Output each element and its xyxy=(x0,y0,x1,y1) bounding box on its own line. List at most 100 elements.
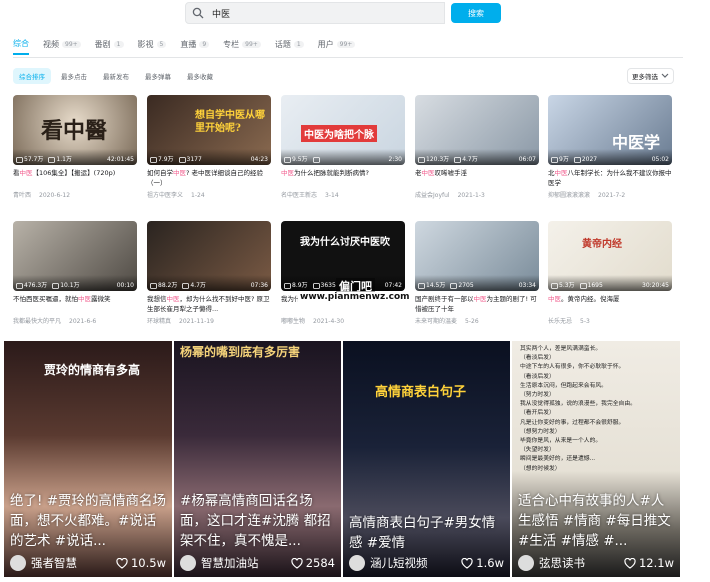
video-thumbnail[interactable]: 黄帝内经 5.3万 1695 30:20:45 xyxy=(548,221,672,291)
sort-filter-0[interactable]: 综合排序 xyxy=(13,68,51,84)
title-text: 【106集全】【搬运】(720p) xyxy=(32,169,116,177)
short-video-card[interactable]: 其实两个人，差是风满满蛮长。 （看淡后发） 中途下车的人有很多，你不必耿耿于怀。 （看… xyxy=(512,341,680,577)
author-name[interactable]: 强者智慧 xyxy=(31,555,77,571)
video-card[interactable]: 看中醫 57.7万 1.1万 42:01:45 看中医【106集全】【搬运】(7… xyxy=(13,95,137,199)
video-card[interactable]: 我为什么讨厌中医吹 8.9万 3635 07:42 我为什么讨厌中医吹 嘟嘟生物… xyxy=(281,221,405,325)
like-count[interactable]: 1.6w xyxy=(461,556,504,570)
upload-date: 2021-7-2 xyxy=(598,192,626,199)
video-thumbnail[interactable]: 14.5万 2705 03:34 xyxy=(415,221,539,291)
video-card[interactable]: 88.2万 4.7万 07:36 我想信中医，却为什么找不到好中医? 原卫生部长… xyxy=(147,221,271,325)
video-title[interactable]: 国产剧终于有一部以中医为主题的剧了! 可惜被压了十年 xyxy=(415,294,539,314)
video-meta: 环球精真 2021-11-19 xyxy=(147,316,271,325)
card-headline: 杨幂的嘴到底有多厉害 xyxy=(180,345,301,359)
thumbnail-stats: 120.3万 4.7万 06:07 xyxy=(415,149,539,165)
video-card[interactable]: 想自学中医从哪里开始呢? 7.9万 3177 04:23 如何自学中医? 老中医… xyxy=(147,95,271,199)
play-count-icon xyxy=(16,157,23,163)
tab-4[interactable]: 直播 9 xyxy=(180,38,210,55)
video-meta: 嘟嘟生物 2021-4-30 xyxy=(281,316,405,325)
like-count-value: 1.6w xyxy=(476,556,504,570)
play-count-icon xyxy=(284,157,291,163)
video-card[interactable]: 中医为啥把个脉 9.5万 2:30 中医为什么把脉就能判断病情? 名中医王新志 3… xyxy=(281,95,405,199)
tab-0[interactable]: 综合 xyxy=(13,38,29,55)
title-keyword-highlight: 中医 xyxy=(166,295,180,303)
video-card[interactable]: 黄帝内经 5.3万 1695 30:20:45 中医。黄帝内经。倪海厦 长乐无忌… xyxy=(548,221,672,325)
thumbnail-text: 看中醫 xyxy=(41,118,108,144)
card-caption[interactable]: 绝了! #贾玲的高情商名场面，想不火都难。#说话的艺术 #说话... xyxy=(10,491,168,551)
video-duration: 30:20:45 xyxy=(642,282,669,289)
uploader-name[interactable]: 祖方中医李义 xyxy=(147,192,183,199)
uploader-name[interactable]: 环球精真 xyxy=(147,318,171,325)
search-input[interactable] xyxy=(212,8,412,18)
danmaku-count: 2705 xyxy=(458,282,474,289)
sort-filter-4[interactable]: 最多收藏 xyxy=(181,68,219,84)
video-duration: 07:36 xyxy=(250,282,268,289)
play-count-icon xyxy=(551,283,558,289)
card-caption[interactable]: #杨幂高情商回话名场面，这口才连#沈腾 都招架不住，真不愧是... xyxy=(180,491,337,551)
video-title[interactable]: 看中医【106集全】【搬运】(720p) xyxy=(13,168,137,188)
short-video-card[interactable]: 贾玲的情商有多高 绝了! #贾玲的高情商名场面，想不火都难。#说话的艺术 #说话.… xyxy=(4,341,172,577)
like-count[interactable]: 10.5w xyxy=(116,556,166,570)
uploader-name[interactable]: 青叶西 xyxy=(13,192,31,199)
sort-filter-3[interactable]: 最多弹幕 xyxy=(139,68,177,84)
video-title[interactable]: 不怕西医买嘱逼，就怕中医露微笑 xyxy=(13,294,137,314)
sort-filter-2[interactable]: 最新发布 xyxy=(97,68,135,84)
heart-icon xyxy=(291,557,303,569)
sort-filter-1[interactable]: 最多点击 xyxy=(55,68,93,84)
video-title[interactable]: 中医。黄帝内经。倪海厦 xyxy=(548,294,672,314)
uploader-name[interactable]: 我都最快大的平凡 xyxy=(13,318,61,325)
card-caption[interactable]: 高情商表白句子#男女情感 #爱情 xyxy=(349,513,506,553)
search-button[interactable]: 搜索 xyxy=(451,3,501,23)
video-title[interactable]: 老中医叹唏嘘手淫 xyxy=(415,168,539,188)
video-card[interactable]: 476.3万 10.1万 00:10 不怕西医买嘱逼，就怕中医露微笑 我都最快大… xyxy=(13,221,137,325)
video-card[interactable]: 中医学 9万 2027 05:02 北中医八年制学长：为什么我不建议你报中医学 … xyxy=(548,95,672,199)
video-title[interactable]: 我想信中医，却为什么找不到好中医? 原卫生部长崔月犁之子懒得... xyxy=(147,294,271,314)
short-video-card[interactable]: 杨幂的嘴到底有多厉害 #杨幂高情商回话名场面，这口才连#沈腾 都招架不住，真不愧是… xyxy=(174,341,341,577)
tab-3[interactable]: 影视 5 xyxy=(138,38,167,55)
video-thumbnail[interactable]: 120.3万 4.7万 06:07 xyxy=(415,95,539,165)
author-name[interactable]: 涵儿短视频 xyxy=(370,555,428,571)
tab-1[interactable]: 视频 99+ xyxy=(43,38,81,55)
tab-2[interactable]: 番剧 1 xyxy=(95,38,124,55)
like-count[interactable]: 2584 xyxy=(291,556,335,570)
author-name[interactable]: 弦思读书 xyxy=(539,555,585,571)
uploader-name[interactable]: 未来可期的温麦 xyxy=(415,318,457,325)
short-video-card[interactable]: 高情商表白句子 高情商表白句子#男女情感 #爱情 涵儿短视频 1.6w xyxy=(343,341,510,577)
tab-label: 专栏 xyxy=(223,40,240,49)
uploader-name[interactable]: 抑郁圆滚滚滚滚 xyxy=(548,192,590,199)
avatar[interactable] xyxy=(349,555,365,571)
more-filters-button[interactable]: 更多筛选 xyxy=(627,68,674,84)
video-thumbnail[interactable]: 中医为啥把个脉 9.5万 2:30 xyxy=(281,95,405,165)
title-text: 为什么把脉就能判断病情? xyxy=(294,169,369,177)
search-box[interactable] xyxy=(185,2,445,24)
uploader-name[interactable]: 嘟嘟生物 xyxy=(281,318,305,325)
tab-5[interactable]: 专栏 99+ xyxy=(223,38,261,55)
video-thumbnail[interactable]: 476.3万 10.1万 00:10 xyxy=(13,221,137,291)
video-card[interactable]: 14.5万 2705 03:34 国产剧终于有一部以中医为主题的剧了! 可惜被压… xyxy=(415,221,539,325)
tab-7[interactable]: 用户 99+ xyxy=(318,38,356,55)
video-thumbnail[interactable]: 想自学中医从哪里开始呢? 7.9万 3177 04:23 xyxy=(147,95,271,165)
video-thumbnail[interactable]: 88.2万 4.7万 07:36 xyxy=(147,221,271,291)
uploader-name[interactable]: 名中医王新志 xyxy=(281,192,317,199)
video-card[interactable]: 120.3万 4.7万 06:07 老中医叹唏嘘手淫 成益会Joyful 2021… xyxy=(415,95,539,199)
tab-6[interactable]: 话题 1 xyxy=(275,38,304,55)
avatar[interactable] xyxy=(180,555,196,571)
thumbnail-stats: 57.7万 1.1万 42:01:45 xyxy=(13,149,137,165)
play-count-icon xyxy=(284,283,291,289)
danmaku-count: 10.1万 xyxy=(60,282,80,289)
video-thumbnail[interactable]: 中医学 9万 2027 05:02 xyxy=(548,95,672,165)
play-count-icon xyxy=(551,157,558,163)
title-text: 八年制学长：为什么我不建议你报中医学 xyxy=(548,169,672,187)
video-thumbnail[interactable]: 看中醫 57.7万 1.1万 42:01:45 xyxy=(13,95,137,165)
video-title[interactable]: 北中医八年制学长：为什么我不建议你报中医学 xyxy=(548,168,672,188)
video-title[interactable]: 如何自学中医? 老中医详细谈自己的经验（一） xyxy=(147,168,271,188)
avatar[interactable] xyxy=(518,555,534,571)
poem-line: （想的时候发） xyxy=(520,465,561,472)
uploader-name[interactable]: 成益会Joyful xyxy=(415,192,450,199)
video-title[interactable]: 中医为什么把脉就能判断病情? xyxy=(281,168,405,188)
author-name[interactable]: 智慧加油站 xyxy=(201,555,259,571)
play-count: 57.7万 xyxy=(24,156,44,163)
like-count[interactable]: 12.1w xyxy=(624,556,674,570)
card-caption[interactable]: 适合心中有故事的人#人生感悟 #情商 #每日推文 #生活 #情感 #... xyxy=(518,491,676,551)
uploader-name[interactable]: 长乐无忌 xyxy=(548,318,572,325)
avatar[interactable] xyxy=(10,555,26,571)
